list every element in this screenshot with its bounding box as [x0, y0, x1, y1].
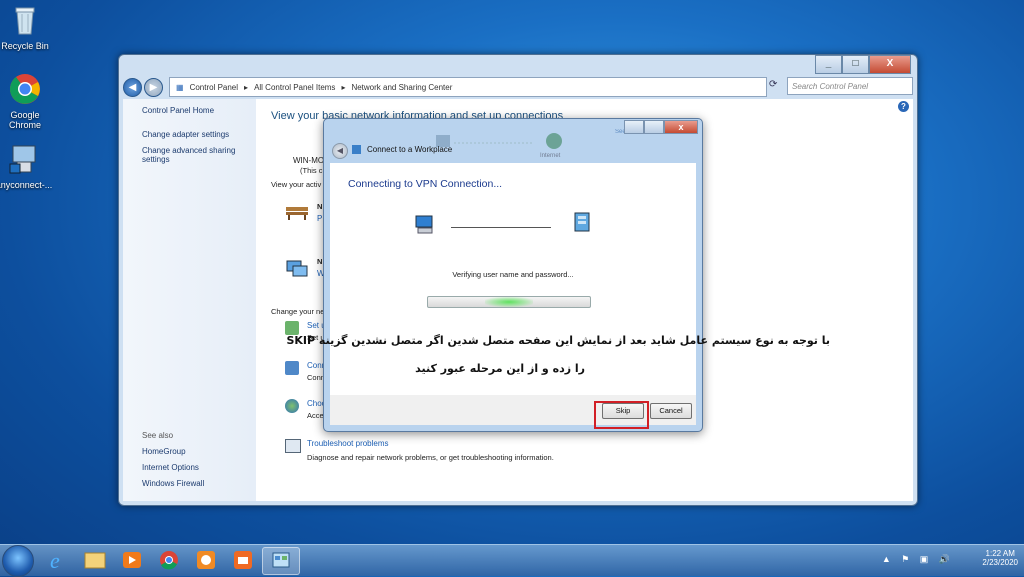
computer-icon	[415, 215, 433, 234]
search-input[interactable]: Search Control Panel	[787, 77, 913, 95]
map-internet-label: Internet	[540, 153, 561, 159]
dialog-maximize-button[interactable]	[644, 120, 664, 134]
vpn-icon	[352, 145, 361, 154]
change-advanced-sharing-link[interactable]: Change advanced sharing settings	[142, 146, 242, 164]
computer-name: WIN-MO	[293, 156, 325, 165]
breadcrumb-item[interactable]: Network and Sharing Center	[351, 83, 452, 92]
vpn-server-icon	[574, 212, 590, 232]
chrome-icon[interactable]	[151, 547, 187, 573]
homegroup-link[interactable]: HomeGroup	[142, 447, 186, 456]
change-adapter-settings-link[interactable]: Change adapter settings	[142, 130, 229, 139]
recycle-bin-icon	[15, 7, 35, 35]
internet-options-link[interactable]: Internet Options	[142, 463, 199, 472]
cancel-button[interactable]: Cancel	[650, 403, 692, 419]
file-explorer-icon[interactable]	[77, 547, 113, 573]
homegroup-sharing-icon	[285, 399, 299, 413]
maximize-button[interactable]: □	[842, 55, 869, 74]
anyconnect-installer-icon	[9, 145, 36, 174]
forward-button[interactable]: ▶	[144, 77, 163, 97]
this-computer-label: (This c	[300, 166, 323, 175]
connect-to-workplace-dialog: Internet See x ◀ Connect to a Workplace …	[323, 118, 703, 432]
system-tray-icons[interactable]: ▲ ⚑ ▣ 🔊	[882, 554, 954, 565]
close-button[interactable]: X	[869, 55, 911, 74]
setup-connection-icon	[285, 321, 299, 335]
back-button[interactable]: ◀	[123, 77, 142, 97]
network-computers-icon	[285, 259, 309, 279]
desktop-icon-label: anyconnect-...	[0, 180, 53, 190]
troubleshoot-icon	[285, 439, 301, 453]
change-network-settings-label: Change your ne	[271, 307, 325, 316]
dialog-title: Connect to a Workplace	[367, 145, 453, 154]
control-panel-home-link[interactable]: Control Panel Home	[142, 106, 214, 115]
network-1-name: N	[317, 202, 323, 211]
clock-time: 1:22 AM	[985, 549, 1015, 558]
clock-date: 2/23/2020	[982, 558, 1018, 567]
window-caption-buttons: _ □ X	[815, 55, 911, 74]
control-panel-icon: ▦	[176, 82, 184, 92]
address-bar: ◀ ▶ ▦ Control Panel ▸ All Control Panel …	[123, 75, 913, 99]
connection-line	[451, 227, 551, 228]
connecting-heading: Connecting to VPN Connection...	[348, 178, 503, 190]
camera-app-icon[interactable]	[225, 547, 261, 573]
minimize-button[interactable]: _	[815, 55, 842, 74]
left-navigation-pane: Control Panel Home Change adapter settin…	[123, 99, 256, 501]
dialog-caption-buttons: x	[624, 120, 698, 134]
desktop-icon-recycle-bin[interactable]: Recycle Bin	[0, 3, 57, 51]
taskbar: e ▲ ⚑ ▣ 🔊 1:22 AM 2/23/2020	[0, 544, 1024, 577]
verify-status-text: Verifying user name and password...	[452, 270, 574, 279]
annotation-line-1: با توجه به نوع سیستم عامل شاید بعد از نم…	[286, 334, 830, 347]
progress-fill	[484, 297, 534, 307]
breadcrumb-item[interactable]: Control Panel	[190, 83, 238, 92]
refresh-icon[interactable]: ⟳	[769, 79, 777, 90]
media-player-icon[interactable]	[114, 547, 150, 573]
choose-homegroup-desc: Acce	[307, 411, 324, 420]
app-orange-icon[interactable]	[188, 547, 224, 573]
network-map-behind: Internet	[434, 129, 574, 159]
see-also-label: See also	[142, 431, 174, 440]
dialog-body: Connecting to VPN Connection... Verifyin…	[330, 163, 696, 395]
windows-firewall-link[interactable]: Windows Firewall	[142, 479, 204, 488]
network-1-type-link[interactable]: P	[317, 214, 322, 223]
network-2-name: N	[317, 257, 323, 266]
help-icon[interactable]: ?	[898, 101, 909, 112]
chrome-icon	[10, 74, 40, 104]
troubleshoot-desc: Diagnose and repair network problems, or…	[307, 453, 554, 462]
start-button[interactable]	[2, 545, 34, 577]
svg-text:e: e	[50, 548, 60, 573]
troubleshoot-problems-link[interactable]: Troubleshoot problems	[307, 439, 389, 448]
connect-network-icon	[285, 361, 299, 375]
clock[interactable]: 1:22 AM 2/23/2020	[982, 549, 1018, 567]
skip-highlight-box	[594, 401, 649, 429]
desktop-icon-google-chrome[interactable]: Google Chrome	[0, 72, 57, 130]
dialog-close-button[interactable]: x	[664, 120, 698, 134]
breadcrumb[interactable]: ▦ Control Panel ▸ All Control Panel Item…	[169, 77, 767, 97]
breadcrumb-item[interactable]: All Control Panel Items	[254, 83, 335, 92]
dialog-back-button[interactable]: ◀	[332, 143, 348, 159]
bench-network-icon	[285, 204, 309, 220]
internet-explorer-icon[interactable]: e	[40, 547, 76, 573]
connection-progress-bar	[427, 296, 591, 308]
desktop-icon-label: Recycle Bin	[1, 41, 49, 51]
view-active-networks-label: View your activ	[271, 180, 322, 189]
desktop-icon-anyconnect[interactable]: anyconnect-...	[0, 142, 56, 190]
annotation-line-2: را زده و از این مرحله عبور کنید	[415, 362, 585, 375]
desktop-icon-label: Google Chrome	[8, 110, 41, 130]
dialog-minimize-button[interactable]	[624, 120, 644, 134]
control-panel-icon[interactable]	[262, 547, 300, 575]
